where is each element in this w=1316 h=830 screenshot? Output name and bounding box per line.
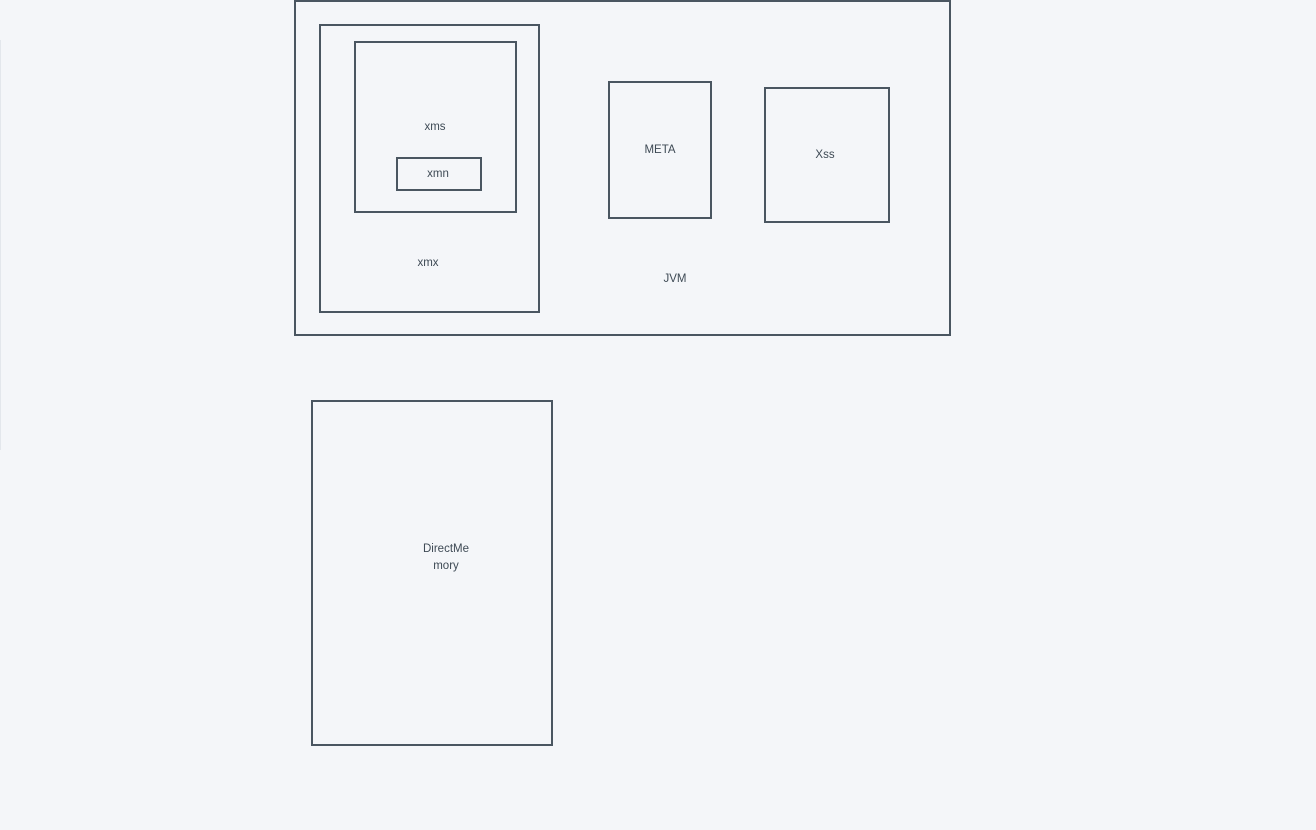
xss-label: Xss	[815, 149, 835, 161]
xms-label: xms	[424, 121, 446, 133]
direct-memory-label: DirectMe mory	[416, 541, 476, 575]
xmn-label: xmn	[427, 168, 449, 180]
diagram-canvas[interactable]: JVM xmx xms xmn META Xss DirectMe mory	[0, 0, 1316, 830]
jvm-label: JVM	[663, 273, 687, 285]
direct-memory-label-line-1: DirectMe	[422, 543, 469, 555]
meta-label: META	[644, 144, 676, 156]
canvas-edge-line	[0, 40, 1, 450]
xmx-label: xmx	[417, 257, 439, 269]
direct-memory-label-line-2: mory	[433, 560, 459, 572]
